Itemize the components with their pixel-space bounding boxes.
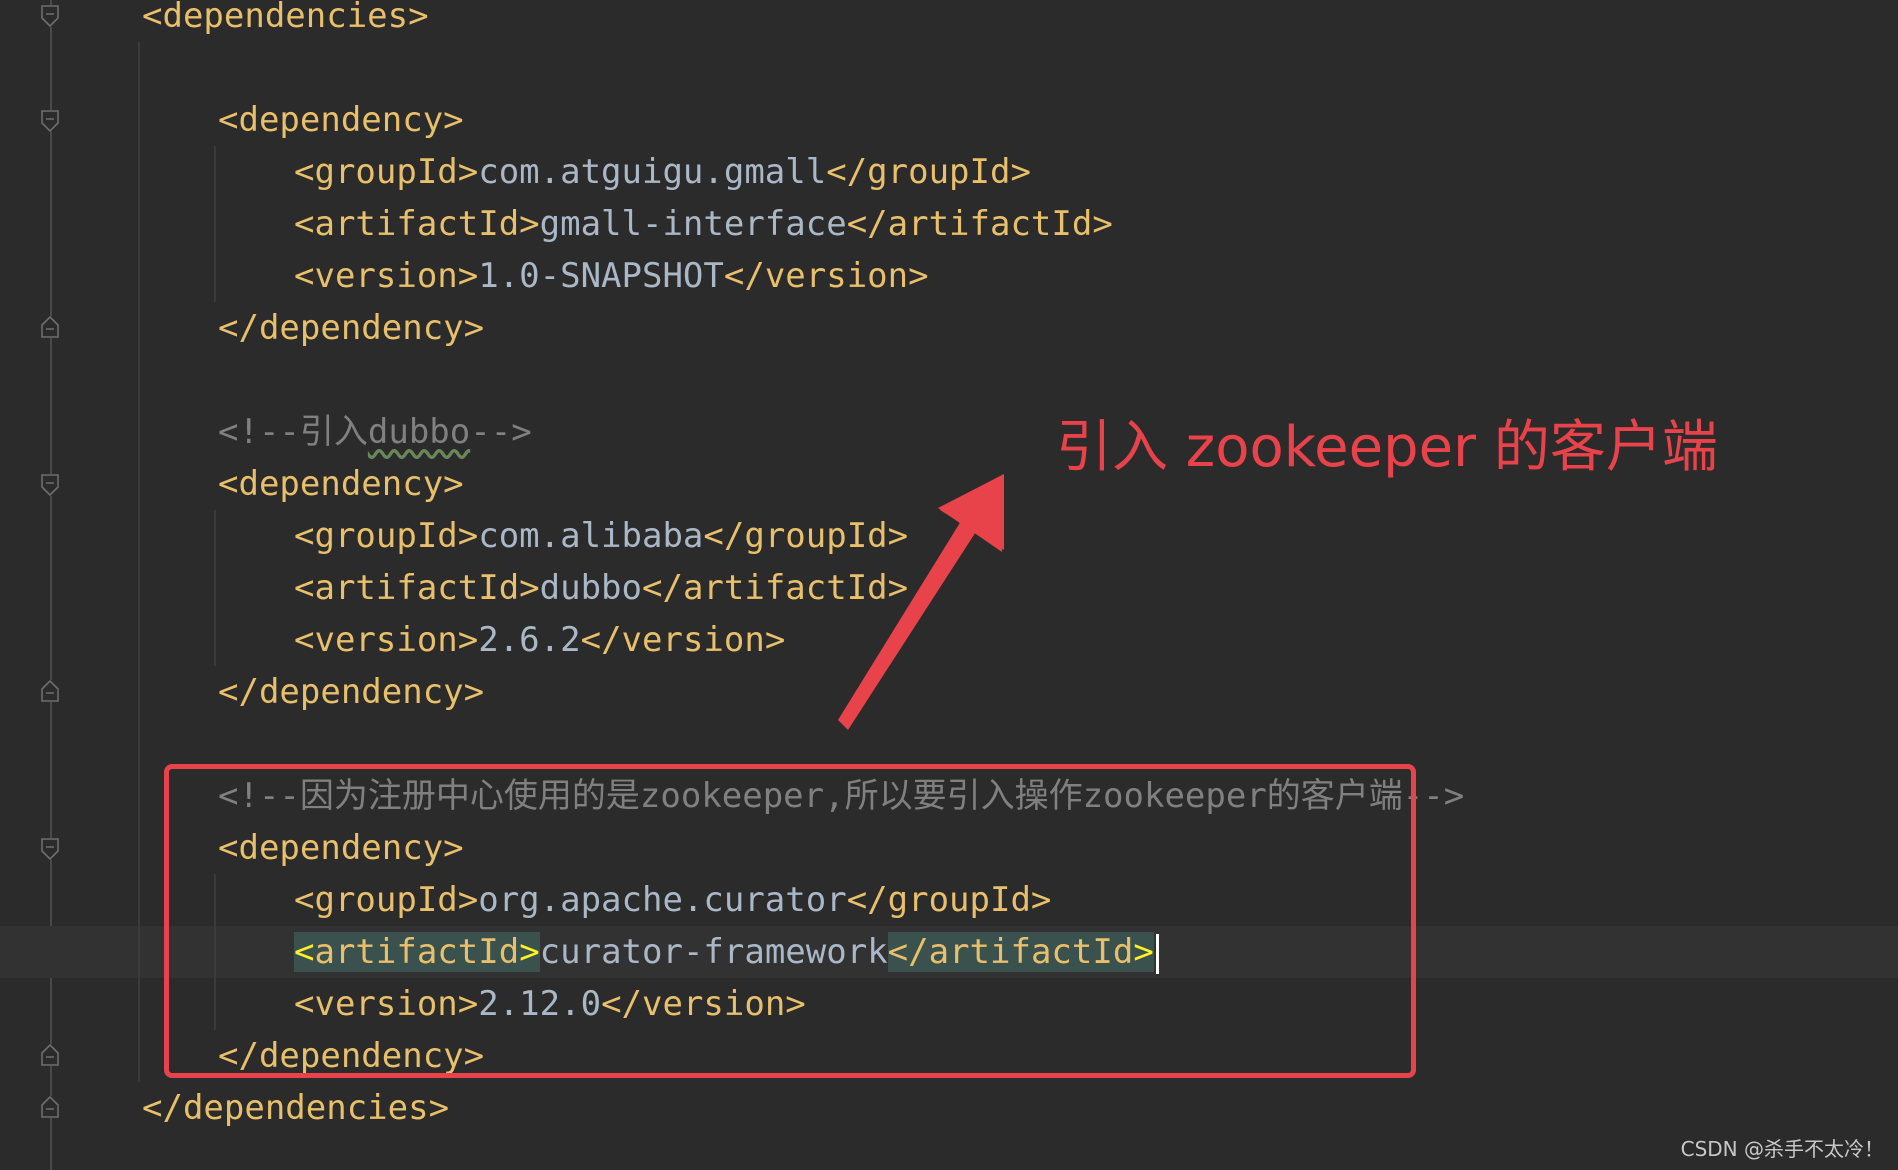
watermark: CSDN @杀手不太冷！: [1680, 1137, 1884, 1161]
code-editor[interactable]: <dependencies> <dependency> <groupId>com.a…: [0, 0, 1898, 1170]
annotation-arrow-icon: [838, 474, 1004, 730]
annotation-label: 引入 zookeeper 的客户端: [1056, 415, 1718, 480]
